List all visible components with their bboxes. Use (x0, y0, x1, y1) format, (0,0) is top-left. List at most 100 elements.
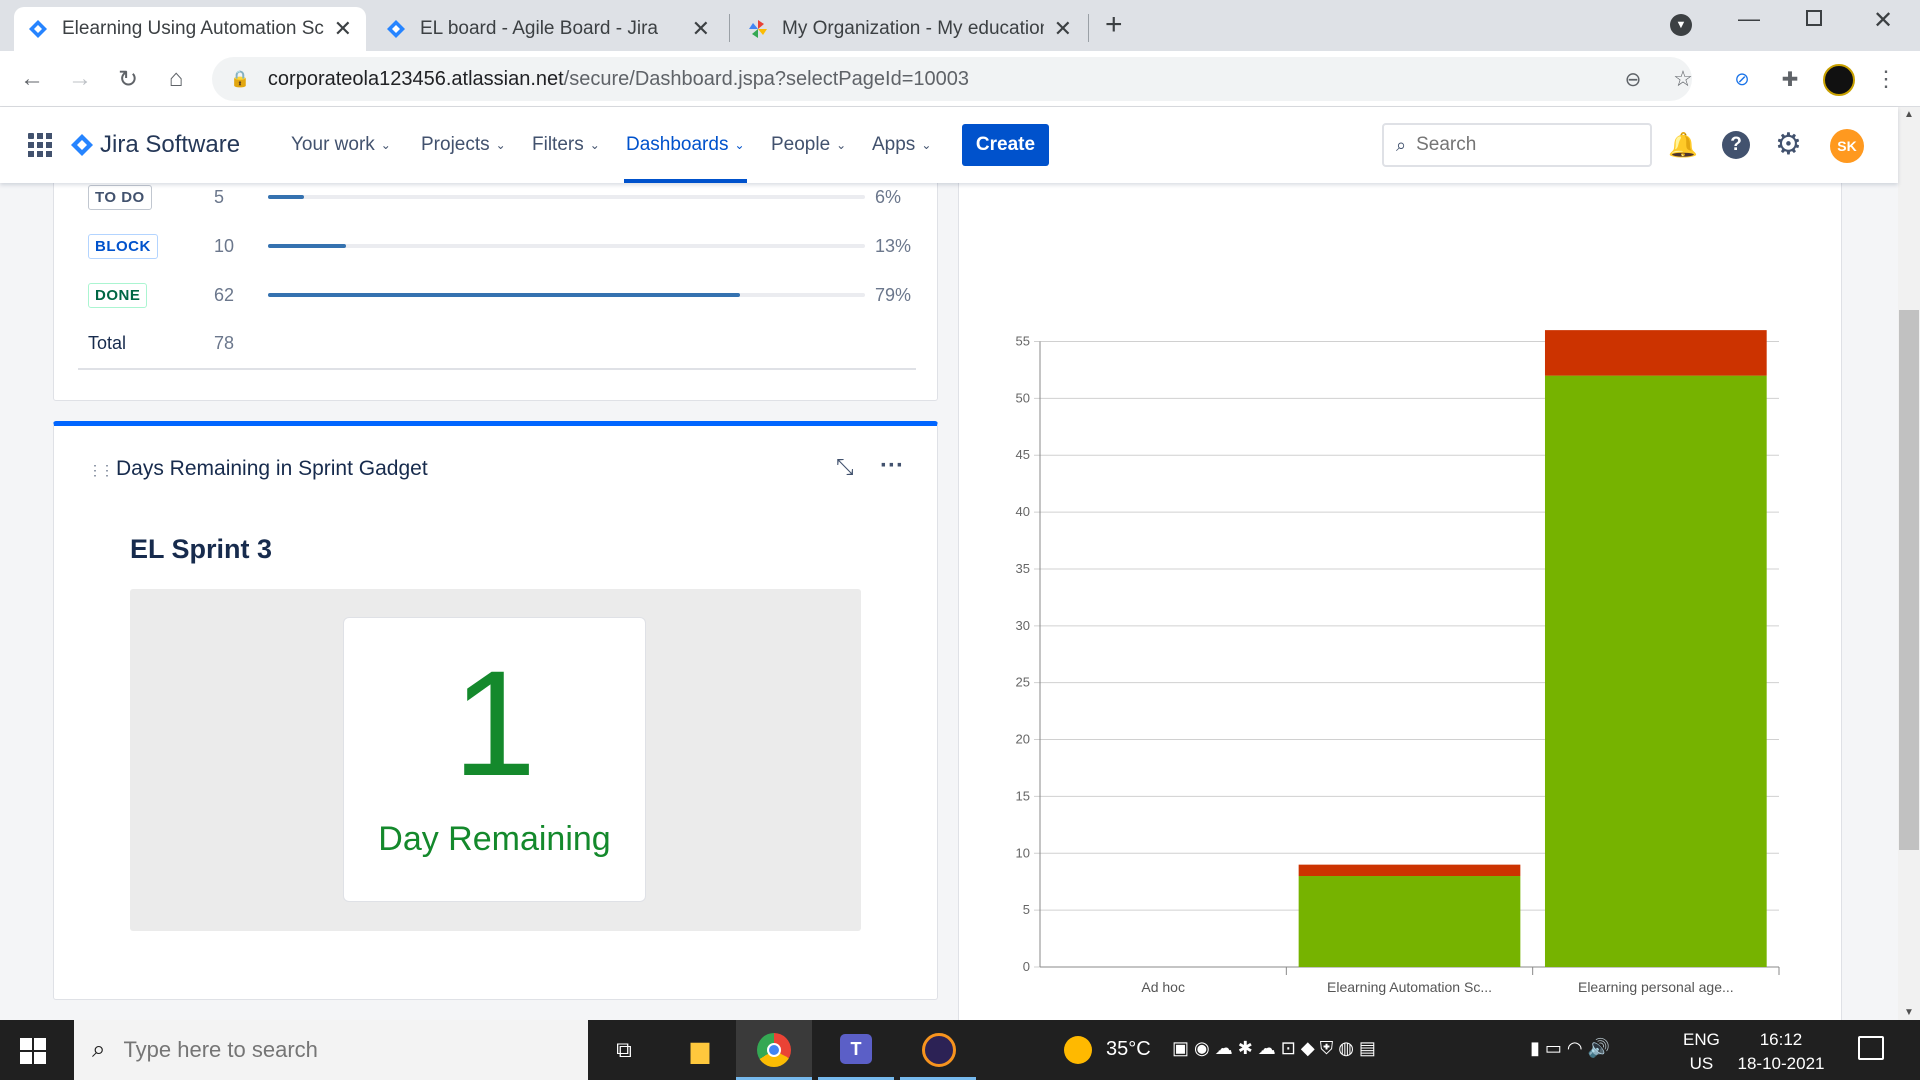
search-icon: ⌕ (92, 1036, 106, 1063)
status-lozenge-todo: TO DO (88, 185, 152, 210)
y-tick-label: 0 (1023, 959, 1030, 974)
minimize-gadget-icon[interactable]: ⤡ (836, 454, 854, 480)
browser-tab-1[interactable]: Elearning Using Automation Scrip ✕ (14, 7, 366, 51)
tray-app-icons[interactable]: ▣ ◉ ☁ ✱ ☁ ⊡ ◆ ⛨ ◍ ▤ (1172, 1038, 1376, 1059)
notifications-icon[interactable]: 🔔 (1668, 131, 1698, 160)
close-window-icon[interactable]: ✕ (1873, 6, 1893, 35)
drag-handle-icon[interactable]: ⋮⋮ (88, 462, 114, 479)
eclipse-icon (922, 1033, 956, 1067)
home-icon[interactable]: ⌂ (158, 61, 194, 97)
status-gadget: TO DO 5 6% BLOCK 10 13% DONE 62 79% Tota… (53, 183, 938, 401)
user-avatar[interactable]: SK (1830, 129, 1864, 163)
status-lozenge-done: DONE (88, 283, 148, 308)
bar-segment-pass (1544, 375, 1767, 967)
language-indicator[interactable]: ENG US (1683, 1028, 1720, 1076)
clock[interactable]: 16:12 18-10-2021 (1736, 1028, 1826, 1076)
teams-taskbar-button[interactable]: T (818, 1020, 894, 1080)
reload-icon[interactable]: ↻ (110, 61, 146, 97)
days-box: 1 Day Remaining (343, 617, 646, 902)
sprint-name: EL Sprint 3 (130, 534, 273, 564)
divider (78, 368, 916, 370)
browser-menu-icon[interactable]: ⋮ (1868, 61, 1904, 97)
status-percent: 13% (875, 236, 912, 256)
tab-title: EL board - Agile Board - Jira (420, 18, 658, 39)
nav-dashboards[interactable]: Dashboards ⌄ (626, 129, 745, 161)
y-tick-label: 45 (1016, 447, 1030, 462)
extensions-puzzle-icon[interactable]: ✚ (1772, 61, 1808, 97)
pinwheel-favicon-icon (749, 20, 767, 38)
jira-logo[interactable]: Jira Software (70, 131, 240, 159)
total-value: 78 (214, 333, 235, 353)
status-percent: 6% (875, 187, 902, 207)
bookmark-star-icon[interactable]: ☆ (1665, 61, 1701, 97)
dashboard-content: TO DO 5 6% BLOCK 10 13% DONE 62 79% Tota… (0, 183, 1898, 1020)
status-count: 62 (214, 285, 235, 305)
status-bar (268, 293, 865, 297)
status-bar (268, 244, 865, 248)
days-number: 1 (452, 639, 537, 807)
notification-center-icon[interactable] (1858, 1036, 1884, 1060)
weather-temperature[interactable]: 35°C (1106, 1038, 1151, 1061)
y-tick-label: 5 (1023, 902, 1030, 917)
task-view-icon[interactable]: ⧉ (606, 1032, 642, 1068)
sprint-gadget: ⋮⋮ Days Remaining in Sprint Gadget ⤡ ···… (53, 421, 938, 1000)
y-tick-label: 35 (1016, 561, 1030, 576)
weather-sun-icon (1064, 1036, 1092, 1064)
nav-your-work[interactable]: Your work ⌄ (291, 129, 391, 161)
minimize-icon[interactable]: — (1738, 6, 1760, 32)
scrollbar-thumb[interactable] (1899, 310, 1919, 850)
close-tab-icon[interactable]: ✕ (334, 16, 352, 42)
search-icon: ⌕ (1396, 134, 1407, 155)
status-lozenge-block: BLOCK (88, 234, 158, 259)
jira-diamond-icon (71, 134, 93, 156)
browser-tab-2[interactable]: EL board - Agile Board - Jira ✕ (372, 7, 724, 51)
new-tab-icon[interactable]: + (1105, 8, 1123, 42)
help-icon[interactable]: ? (1722, 131, 1750, 159)
nav-apps[interactable]: Apps ⌄ (872, 129, 931, 161)
eclipse-taskbar-button[interactable] (900, 1020, 976, 1080)
taskbar-search-input[interactable] (123, 1037, 524, 1063)
search-input[interactable] (1416, 134, 1617, 156)
zoom-icon[interactable]: ⊖ (1615, 61, 1651, 97)
tray-status-icons[interactable]: ▮ ▭ ◠ 🔊 (1530, 1038, 1610, 1059)
total-label: Total (88, 333, 127, 353)
active-nav-indicator (624, 179, 747, 183)
x-tick-label: Elearning personal age... (1578, 979, 1734, 995)
nav-people[interactable]: People ⌄ (771, 129, 846, 161)
close-tab-icon[interactable]: ✕ (692, 16, 710, 42)
file-explorer-icon[interactable]: ▆ (682, 1032, 718, 1068)
windows-taskbar: ⌕ ⧉ ▆ T 35°C ▣ ◉ ☁ ✱ ☁ ⊡ ◆ ⛨ ◍ ▤ ▮ ▭ ◠ 🔊… (0, 1020, 1920, 1080)
back-icon[interactable]: ← (14, 61, 50, 97)
nav-projects[interactable]: Projects ⌄ (421, 129, 506, 161)
extension-icon[interactable]: ⊘ (1724, 61, 1760, 97)
nav-filters[interactable]: Filters ⌄ (532, 129, 600, 161)
profile-avatar-icon[interactable] (1823, 64, 1855, 96)
taskbar-search-box[interactable]: ⌕ (74, 1020, 588, 1080)
x-tick-label: Elearning Automation Sc... (1327, 979, 1492, 995)
jira-favicon-icon (29, 20, 47, 38)
y-tick-label: 40 (1016, 504, 1030, 519)
y-tick-label: 55 (1016, 334, 1030, 349)
days-panel: 1 Day Remaining (130, 589, 861, 931)
windows-start-icon[interactable] (20, 1038, 46, 1064)
create-button[interactable]: Create (962, 124, 1049, 166)
tab-search-icon[interactable]: ▼ (1670, 14, 1692, 36)
restore-icon[interactable] (1806, 10, 1822, 26)
browser-tab-3[interactable]: My Organization - My education ✕ (734, 7, 1086, 51)
more-actions-icon[interactable]: ··· (880, 452, 904, 480)
y-tick-label: 30 (1016, 618, 1030, 633)
browser-tab-bar: Elearning Using Automation Scrip ✕ EL bo… (0, 0, 1920, 51)
close-tab-icon[interactable]: ✕ (1054, 16, 1072, 42)
execution-chart-gadget: 0 5 10 15 20 25 30 35 40 45 50 55 Ad hoc Elearning Au… (958, 183, 1842, 1020)
y-tick-label: 50 (1016, 390, 1030, 405)
settings-gear-icon[interactable]: ⚙ (1775, 127, 1802, 162)
search-box[interactable]: ⌕ (1382, 123, 1652, 167)
url-field[interactable]: 🔒 corporateola123456.atlassian.net/secur… (212, 57, 1692, 101)
app-switcher-icon[interactable] (28, 133, 52, 157)
days-label: Day Remaining (378, 820, 611, 858)
jira-top-nav: Jira Software Your work ⌄ Projects ⌄ Filte… (0, 107, 1898, 183)
chrome-taskbar-button[interactable] (736, 1020, 812, 1080)
tab-title: Elearning Using Automation Scrip (62, 18, 324, 39)
forward-icon[interactable]: → (62, 61, 98, 97)
url-domain: corporateola123456.atlassian.net (267, 67, 564, 90)
